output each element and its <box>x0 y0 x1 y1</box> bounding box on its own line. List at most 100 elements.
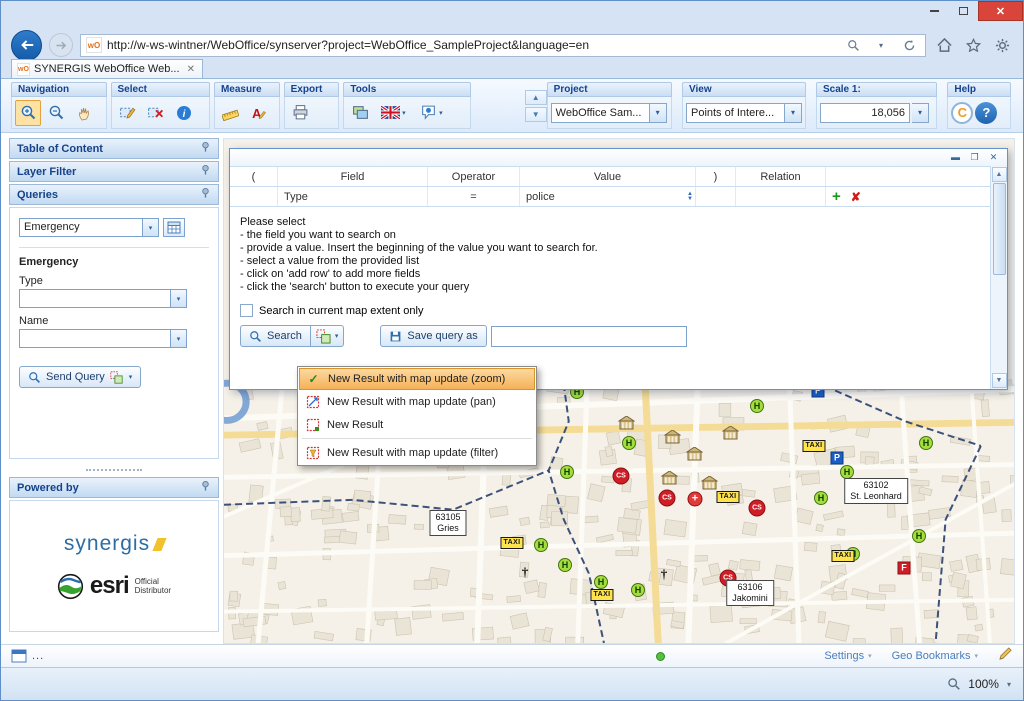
parking-marker[interactable]: P <box>830 451 844 465</box>
menu-item-new-result[interactable]: New Result <box>299 413 535 436</box>
close-paren-cell[interactable] <box>696 187 736 206</box>
zoom-out-button[interactable] <box>43 100 69 126</box>
church-marker[interactable]: † <box>522 566 529 579</box>
view-group-header[interactable]: View <box>681 82 806 97</box>
project-select[interactable]: WebOffice Sam... ▾ <box>550 102 667 123</box>
field-cell[interactable]: Type <box>278 187 428 206</box>
send-query-button[interactable]: Send Query ▾ <box>19 366 142 388</box>
stop-h-marker[interactable]: H <box>560 465 574 479</box>
operator-cell[interactable]: = <box>428 187 520 206</box>
manage-queries-button[interactable] <box>163 218 185 237</box>
tab-close-icon[interactable]: ✕ <box>185 64 197 75</box>
zoom-dropdown-icon[interactable]: ▾ <box>1007 680 1011 689</box>
stop-h-marker[interactable]: H <box>622 436 636 450</box>
scroll-thumb[interactable] <box>992 183 1006 275</box>
maximize-window-button[interactable] <box>949 1 978 21</box>
cs-marker[interactable]: CS <box>748 499 766 517</box>
open-paren-cell[interactable] <box>230 187 278 206</box>
pin-icon[interactable] <box>200 164 211 179</box>
project-dropdown-icon[interactable]: ▾ <box>648 103 666 122</box>
name-field-combo[interactable]: ▾ <box>19 329 187 348</box>
stop-h-marker[interactable]: H <box>912 529 926 543</box>
maptip-button[interactable]: ▾ <box>413 100 449 126</box>
clear-selection-button[interactable] <box>143 100 169 126</box>
column-header-Value[interactable]: Value <box>520 167 696 186</box>
overview-map-button[interactable]: ... <box>11 649 44 663</box>
extent-checkbox[interactable] <box>240 304 253 317</box>
print-button[interactable] <box>288 100 314 126</box>
stop-h-marker[interactable]: H <box>750 399 764 413</box>
scale-dropdown-icon[interactable]: ▾ <box>911 102 929 123</box>
sidebar-splitter[interactable] <box>9 465 219 475</box>
add-text-button[interactable]: A <box>246 100 272 126</box>
save-query-button[interactable]: Save query as <box>380 325 487 347</box>
menu-item-new-result-with-map-update-filter-[interactable]: New Result with map update (filter) <box>299 441 535 464</box>
home-button[interactable] <box>933 34 955 56</box>
add-row-icon[interactable]: + <box>832 189 841 204</box>
copy-image-button[interactable] <box>347 100 373 126</box>
column-header-Field[interactable]: Field <box>278 167 428 186</box>
stop-h-marker[interactable]: H <box>631 583 645 597</box>
measure-group-header[interactable]: Measure <box>213 82 280 97</box>
forward-button[interactable] <box>49 33 73 57</box>
name-field-dropdown-icon[interactable]: ▾ <box>170 330 186 347</box>
taxi-marker[interactable]: TAXI <box>831 550 855 562</box>
url-text[interactable]: http://w-ws-wintner/WebOffice/synserver?… <box>107 38 837 52</box>
refresh-icon[interactable] <box>898 34 920 56</box>
stop-h-marker[interactable]: H <box>594 575 608 589</box>
help-button[interactable]: ? <box>975 101 998 124</box>
pin-icon[interactable] <box>200 480 211 495</box>
settings-menu-button[interactable]: Settings ▾ <box>824 650 871 662</box>
scale-input[interactable] <box>819 102 910 123</box>
fire-marker[interactable]: F <box>897 561 911 575</box>
identify-button[interactable]: i <box>171 100 197 126</box>
send-query-dropdown-caret[interactable]: ▾ <box>129 373 133 381</box>
panel-header-queries[interactable]: Queries <box>9 184 219 205</box>
value-sort-icon[interactable]: ▲ ▼ <box>687 191 693 202</box>
type-field-combo[interactable]: ▾ <box>19 289 187 308</box>
close-window-button[interactable]: ✕ <box>978 1 1023 21</box>
toolbar-collapse-down-button[interactable]: ▼ <box>524 107 547 122</box>
project-group-header[interactable]: Project <box>546 82 672 97</box>
view-dropdown-icon[interactable]: ▾ <box>783 103 801 122</box>
dialog-restore-icon[interactable]: ❐ <box>967 151 982 164</box>
measure-button[interactable] <box>218 100 244 126</box>
column-header-Relation[interactable]: Relation <box>736 167 826 186</box>
pin-icon[interactable] <box>200 187 211 202</box>
panel-header-layer-filter[interactable]: Layer Filter <box>9 161 219 182</box>
stop-h-marker[interactable]: H <box>534 538 548 552</box>
dialog-close-icon[interactable]: ✕ <box>986 151 1001 164</box>
delete-row-icon[interactable]: ✘ <box>851 190 861 204</box>
tab-weboffice[interactable]: wO SYNERGIS WebOffice Web... ✕ <box>11 59 203 78</box>
help-group-header[interactable]: Help <box>947 82 1011 97</box>
cs-marker[interactable]: CS <box>658 489 676 507</box>
dialog-minimize-icon[interactable]: ▬ <box>948 151 963 164</box>
column-header-paren[interactable]: ) <box>696 167 736 186</box>
menu-item-new-result-with-map-update-pan-[interactable]: New Result with map update (pan) <box>299 390 535 413</box>
copyright-button[interactable]: C <box>951 101 974 124</box>
url-field[interactable]: wO http://w-ws-wintner/WebOffice/synserv… <box>80 33 926 57</box>
dialog-titlebar[interactable]: ▬ ❐ ✕ <box>230 149 1007 166</box>
stop-h-marker[interactable]: H <box>558 558 572 572</box>
tools-group-header[interactable]: Tools <box>343 82 471 97</box>
query-select-dropdown-icon[interactable]: ▾ <box>142 219 158 236</box>
cs-marker[interactable]: CS <box>612 467 630 485</box>
navigation-group-header[interactable]: Navigation <box>11 82 107 97</box>
view-select[interactable]: Points of Intere... ▾ <box>685 102 802 123</box>
menu-item-new-result-with-map-update-zoom-[interactable]: ✓ New Result with map update (zoom) <box>299 368 535 390</box>
zoom-in-button[interactable] <box>15 99 41 126</box>
search-button[interactable]: Search <box>240 325 311 347</box>
scale-group-header[interactable]: Scale 1: <box>815 82 938 97</box>
search-icon[interactable] <box>842 34 864 56</box>
select-group-header[interactable]: Select <box>110 82 210 97</box>
favorites-star-button[interactable] <box>962 34 984 56</box>
save-query-input[interactable] <box>490 325 687 347</box>
type-field-dropdown-icon[interactable]: ▾ <box>170 290 186 307</box>
pin-icon[interactable] <box>200 141 211 156</box>
stop-h-marker[interactable]: H <box>840 465 854 479</box>
stop-h-marker[interactable]: H <box>814 491 828 505</box>
language-button[interactable]: ▾ <box>375 100 411 126</box>
settings-gear-button[interactable] <box>991 34 1013 56</box>
browser-zoom-level[interactable]: 100% <box>968 677 999 691</box>
export-group-header[interactable]: Export <box>283 82 340 97</box>
